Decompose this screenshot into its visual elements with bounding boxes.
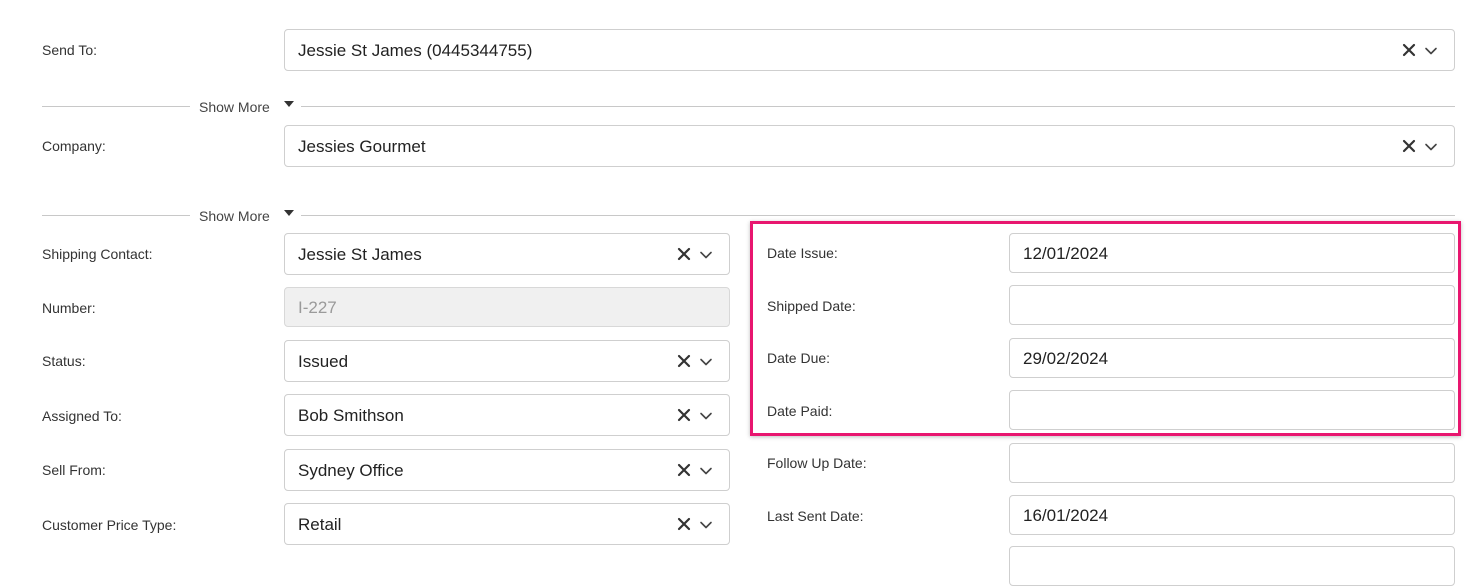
date-due-input[interactable]: 29/02/2024 — [1009, 338, 1455, 378]
number-label: Number: — [42, 300, 96, 316]
next-date-input-partial[interactable] — [1009, 546, 1455, 586]
caret-down-icon[interactable] — [284, 210, 294, 216]
chevron-down-icon[interactable] — [1423, 43, 1439, 59]
divider-left-2 — [42, 215, 190, 216]
shipped-date-input[interactable] — [1009, 285, 1455, 325]
date-due-value: 29/02/2024 — [1023, 349, 1109, 368]
divider-left-1 — [42, 106, 190, 107]
clear-x-icon[interactable] — [676, 246, 692, 262]
date-issue-value: 12/01/2024 — [1023, 244, 1109, 263]
shipped-date-label: Shipped Date: — [767, 298, 856, 314]
date-paid-input[interactable] — [1009, 390, 1455, 430]
assigned-to-value: Bob Smithson — [298, 406, 404, 425]
send-to-label: Send To: — [42, 42, 98, 58]
send-to-value: Jessie St James (0445344755) — [298, 41, 533, 60]
sell-from-value: Sydney Office — [298, 461, 404, 480]
divider-right-1 — [301, 106, 1455, 107]
clear-x-icon[interactable] — [676, 516, 692, 532]
chevron-down-icon[interactable] — [698, 463, 714, 479]
clear-x-icon[interactable] — [676, 462, 692, 478]
sell-from-select[interactable]: Sydney Office — [284, 449, 730, 491]
chevron-down-icon[interactable] — [1423, 139, 1439, 155]
last-sent-date-input[interactable]: 16/01/2024 — [1009, 495, 1455, 535]
status-value: Issued — [298, 352, 349, 371]
chevron-down-icon[interactable] — [698, 517, 714, 533]
send-to-select[interactable]: Jessie St James (0445344755) — [284, 29, 1455, 71]
last-sent-date-value: 16/01/2024 — [1023, 506, 1109, 525]
clear-x-icon[interactable] — [1401, 42, 1417, 58]
chevron-down-icon[interactable] — [698, 247, 714, 263]
sell-from-label: Sell From: — [42, 462, 106, 478]
shipping-contact-label: Shipping Contact: — [42, 246, 153, 262]
status-label: Status: — [42, 353, 86, 369]
company-select[interactable]: Jessies Gourmet — [284, 125, 1455, 167]
date-paid-label: Date Paid: — [767, 403, 833, 419]
clear-x-icon[interactable] — [1401, 138, 1417, 154]
assigned-to-label: Assigned To: — [42, 408, 122, 424]
customer-price-type-value: Retail — [298, 515, 342, 534]
follow-up-date-input[interactable] — [1009, 443, 1455, 483]
company-label: Company: — [42, 138, 106, 154]
customer-price-type-label: Customer Price Type: — [42, 517, 177, 533]
number-field: I-227 — [284, 287, 730, 327]
last-sent-date-label: Last Sent Date: — [767, 508, 864, 524]
number-value: I-227 — [298, 298, 337, 317]
status-select[interactable]: Issued — [284, 340, 730, 382]
clear-x-icon[interactable] — [676, 407, 692, 423]
company-value: Jessies Gourmet — [298, 137, 426, 156]
shipping-contact-value: Jessie St James — [298, 245, 422, 264]
chevron-down-icon[interactable] — [698, 408, 714, 424]
date-issue-label: Date Issue: — [767, 245, 838, 261]
show-more-toggle-1[interactable]: Show More — [199, 97, 270, 117]
date-due-label: Date Due: — [767, 350, 831, 366]
divider-right-2 — [301, 215, 1455, 216]
clear-x-icon[interactable] — [676, 353, 692, 369]
customer-price-type-select[interactable]: Retail — [284, 503, 730, 545]
date-issue-input[interactable]: 12/01/2024 — [1009, 233, 1455, 273]
follow-up-date-label: Follow Up Date: — [767, 455, 867, 471]
show-more-toggle-2[interactable]: Show More — [199, 206, 270, 226]
caret-down-icon[interactable] — [284, 101, 294, 107]
chevron-down-icon[interactable] — [698, 354, 714, 370]
assigned-to-select[interactable]: Bob Smithson — [284, 394, 730, 436]
shipping-contact-select[interactable]: Jessie St James — [284, 233, 730, 275]
